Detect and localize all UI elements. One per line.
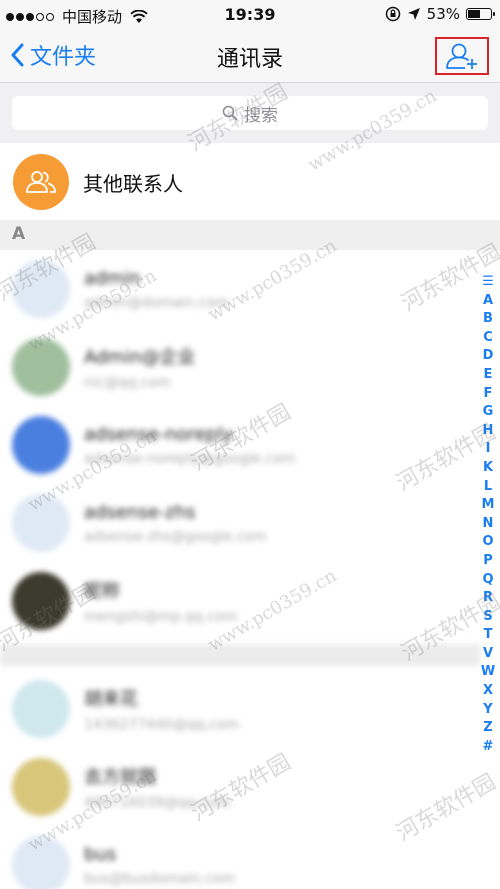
contact-list: admin admin@domain.com Admin@企业 nic@qq.c…: [0, 250, 480, 889]
contact-avatar: [12, 572, 70, 630]
index-letter[interactable]: ☰: [482, 273, 494, 292]
contact-row[interactable]: Admin@企业 nic@qq.com: [0, 328, 480, 406]
search-area: 搜索: [0, 83, 500, 143]
contact-text: 胡来花 1436277440@qq.com: [84, 685, 239, 733]
contact-avatar: [12, 680, 70, 738]
contact-email: admin@domain.com: [84, 294, 229, 311]
battery-percent: 53%: [426, 5, 460, 23]
group-icon: [26, 171, 56, 193]
index-letter[interactable]: D: [483, 347, 494, 366]
section-letter: A: [12, 224, 26, 244]
index-letter[interactable]: Z: [483, 719, 492, 738]
index-letter[interactable]: R: [483, 589, 493, 608]
contact-name: adsense-noreply: [84, 423, 233, 445]
location-icon: [407, 8, 420, 20]
index-letter[interactable]: M: [482, 496, 495, 515]
status-bar: 中国移动 19:39 53%: [0, 0, 500, 30]
index-letter[interactable]: H: [483, 422, 494, 441]
search-icon: [222, 105, 238, 121]
contact-row[interactable]: adsense-noreply adsense-noreply@google.c…: [0, 406, 480, 484]
contact-avatar: [12, 494, 70, 552]
contact-text: adsense-noreply adsense-noreply@google.c…: [84, 424, 296, 467]
battery-icon: [466, 8, 495, 20]
contact-email: 1436277440@qq.com: [84, 717, 240, 733]
search-input[interactable]: 搜索: [12, 96, 488, 130]
index-letter[interactable]: T: [484, 626, 493, 645]
index-letter[interactable]: Q: [482, 571, 493, 590]
navigation-bar: 文件夹 通讯录: [0, 30, 500, 83]
contact-row[interactable]: bus bus@busdomain.com: [0, 826, 480, 889]
add-contact-button[interactable]: [435, 37, 489, 75]
contact-avatar: [12, 260, 70, 318]
contact-row[interactable]: 昵称 mengshi@mp.qq.com: [0, 562, 480, 640]
index-letter[interactable]: S: [483, 608, 492, 627]
contact-text: bus bus@busdomain.com: [84, 844, 235, 887]
index-letter[interactable]: I: [486, 440, 491, 459]
contact-row[interactable]: 胡来花 1436277440@qq.com: [0, 670, 480, 748]
index-letter[interactable]: F: [484, 385, 493, 404]
index-letter[interactable]: W: [481, 663, 495, 682]
battery-level: [468, 10, 480, 18]
contact-name: bus: [84, 843, 117, 865]
contact-row[interactable]: admin admin@domain.com: [0, 250, 480, 328]
index-letter[interactable]: G: [483, 403, 494, 422]
orientation-lock-icon: [385, 6, 400, 22]
section-divider: [0, 644, 480, 666]
index-letter[interactable]: P: [483, 552, 493, 571]
index-letter[interactable]: Y: [483, 701, 492, 720]
contact-avatar: [12, 836, 70, 889]
index-letter[interactable]: L: [484, 478, 492, 497]
section-header: A: [0, 220, 500, 250]
contact-text: 去方就圆 490716039@qq.com: [84, 763, 230, 811]
contact-email: mengshi@mp.qq.com: [84, 609, 238, 625]
contact-email: adsense-zhs@google.com: [84, 528, 267, 545]
contact-email: bus@busdomain.com: [84, 870, 235, 887]
other-contacts-avatar: [13, 154, 69, 210]
index-letter[interactable]: C: [483, 329, 493, 348]
index-letter[interactable]: N: [483, 515, 494, 534]
contact-name: Admin@企业: [84, 347, 196, 368]
contact-name: 去方就圆: [84, 767, 156, 788]
search-placeholder: 搜索: [244, 105, 278, 126]
contact-text: 昵称 mengshi@mp.qq.com: [84, 577, 237, 625]
screen: 中国移动 19:39 53% 文件夹 通讯录 搜索 其他联系人 A admin …: [0, 0, 500, 889]
contact-email: adsense-noreply@google.com: [84, 450, 296, 467]
contact-text: adsense-zhs adsense-zhs@google.com: [84, 502, 266, 545]
contact-avatar: [12, 416, 70, 474]
index-letter[interactable]: A: [483, 292, 493, 311]
page-title: 通讯录: [216, 47, 283, 72]
index-letter[interactable]: K: [483, 459, 493, 478]
other-contacts-row[interactable]: 其他联系人: [0, 144, 500, 220]
contact-name: 昵称: [84, 581, 120, 602]
contact-text: Admin@企业 nic@qq.com: [84, 343, 195, 391]
contact-name: admin: [84, 267, 141, 289]
add-person-icon: [446, 43, 477, 69]
index-letter[interactable]: X: [483, 682, 493, 701]
contact-avatar: [12, 338, 70, 396]
index-letter[interactable]: #: [483, 738, 494, 757]
other-contacts-label: 其他联系人: [83, 171, 183, 196]
contact-email: 490716039@qq.com: [84, 795, 231, 811]
status-right: 53%: [385, 5, 495, 23]
contact-email: nic@qq.com: [84, 375, 171, 391]
contact-text: admin admin@domain.com: [84, 268, 229, 311]
contact-name: adsense-zhs: [84, 501, 196, 523]
contact-name: 胡来花: [84, 689, 138, 710]
index-letter[interactable]: V: [483, 645, 493, 664]
index-letter[interactable]: O: [482, 533, 493, 552]
contact-row[interactable]: 去方就圆 490716039@qq.com: [0, 748, 480, 826]
index-letter[interactable]: B: [483, 310, 493, 329]
alphabet-index-bar[interactable]: ☰ A B C D E F G H I K L M N O P Q R S T V W X Y Z #: [479, 273, 497, 756]
contact-row[interactable]: adsense-zhs adsense-zhs@google.com: [0, 484, 480, 562]
contact-avatar: [12, 758, 70, 816]
index-letter[interactable]: E: [484, 366, 493, 385]
